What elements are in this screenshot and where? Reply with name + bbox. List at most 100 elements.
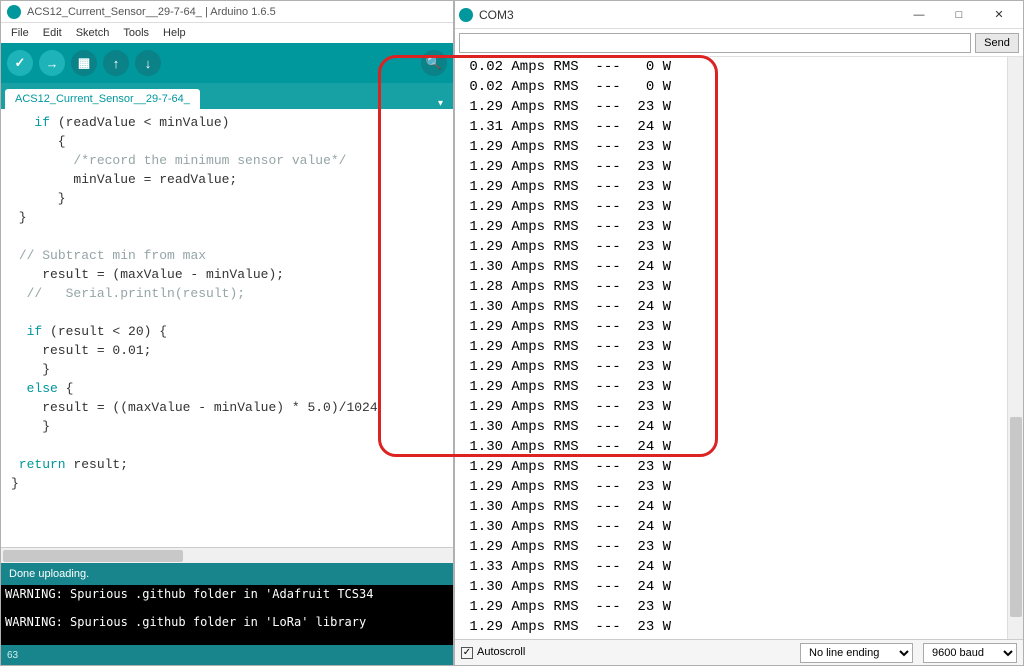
serial-line: 1.28 Amps RMS --- 23 W [461,277,1023,297]
ide-toolbar: ✓ → ▦ ↑ ↓ 🔍 [1,43,453,83]
arrow-right-icon: → [46,56,59,71]
line-ending-select[interactable]: No line ending [800,643,913,663]
code-kw: if [11,324,42,339]
serial-line: 1.29 Amps RMS --- 23 W [461,477,1023,497]
code-text: result = 0.01; [11,343,151,358]
serial-line: 1.29 Amps RMS --- 23 W [461,397,1023,417]
serial-line: 1.29 Amps RMS --- 23 W [461,217,1023,237]
chevron-down-icon: ▾ [438,98,443,109]
ide-tabstrip: ACS12_Current_Sensor__29-7-64_ ▾ [1,83,453,109]
serial-monitor-button[interactable]: 🔍 [421,50,447,76]
code-text: } [11,210,27,225]
send-button[interactable]: Send [975,33,1019,53]
serial-line: 0.02 Amps RMS --- 0 W [461,77,1023,97]
serial-line: 1.29 Amps RMS --- 23 W [461,537,1023,557]
serial-line: 1.29 Amps RMS --- 23 W [461,377,1023,397]
tab-menu-button[interactable]: ▾ [432,98,449,109]
serial-line: 1.29 Amps RMS --- 23 W [461,337,1023,357]
menu-edit[interactable]: Edit [37,25,68,41]
save-button[interactable]: ↓ [135,50,161,76]
close-button[interactable]: ✕ [979,3,1019,27]
maximize-button[interactable]: □ [939,3,979,27]
upload-button[interactable]: → [39,50,65,76]
serial-send-row: Send [455,29,1023,57]
baud-select[interactable]: 9600 baud [923,643,1017,663]
minimize-icon: — [914,9,925,21]
save-icon: ↓ [145,56,152,71]
serial-line: 1.29 Amps RMS --- 23 W [461,177,1023,197]
verify-button[interactable]: ✓ [7,50,33,76]
code-kw: else [11,381,58,396]
code-text: result = (maxValue - minValue); [11,267,284,282]
code-text: } [11,476,19,491]
serial-output[interactable]: 0.02 Amps RMS --- 0 W 0.02 Amps RMS --- … [455,57,1023,639]
close-icon: ✕ [994,8,1003,21]
code-text: result; [66,457,128,472]
status-text: Done uploading. [9,568,89,580]
horizontal-scrollbar[interactable] [1,547,453,563]
maximize-icon: □ [956,9,963,21]
serial-title: COM3 [479,8,514,22]
arduino-ide-window: ACS12_Current_Sensor__29-7-64_ | Arduino… [0,0,454,666]
ide-console[interactable]: WARNING: Spurious .github folder in 'Ada… [1,585,453,645]
serial-line: 1.30 Amps RMS --- 24 W [461,257,1023,277]
serial-line: 1.29 Amps RMS --- 23 W [461,97,1023,117]
serial-line: 1.29 Amps RMS --- 23 W [461,457,1023,477]
serial-footer: ✓ Autoscroll No line ending 9600 baud [455,639,1023,665]
menu-sketch[interactable]: Sketch [70,25,116,41]
code-comment: // Subtract min from max [19,248,206,263]
code-kw: return [11,457,66,472]
serial-line: 0.02 Amps RMS --- 0 W [461,57,1023,77]
checkbox-icon: ✓ [461,647,473,659]
code-editor[interactable]: if (readValue < minValue) { /*record the… [1,109,453,547]
console-line: WARNING: Spurious .github folder in 'LoR… [5,615,366,629]
serial-line: 1.29 Amps RMS --- 23 W [461,317,1023,337]
code-text: (result < 20) { [42,324,167,339]
open-icon: ↑ [113,56,120,71]
serial-input[interactable] [459,33,971,53]
serial-line: 1.29 Amps RMS --- 23 W [461,137,1023,157]
serial-line: 1.31 Amps RMS --- 24 W [461,117,1023,137]
line-number: 63 [7,650,18,661]
menu-help[interactable]: Help [157,25,192,41]
autoscroll-checkbox[interactable]: ✓ Autoscroll [461,646,525,659]
serial-line: 1.30 Amps RMS --- 24 W [461,497,1023,517]
ide-menubar: File Edit Sketch Tools Help [1,23,453,43]
code-text [11,248,19,263]
arduino-logo-icon [7,5,21,19]
scrollbar-thumb[interactable] [3,550,183,562]
serial-line: 1.30 Amps RMS --- 24 W [461,577,1023,597]
serial-line: 1.30 Amps RMS --- 24 W [461,437,1023,457]
monitor-icon: 🔍 [426,55,442,71]
new-button[interactable]: ▦ [71,50,97,76]
serial-line: 1.30 Amps RMS --- 24 W [461,297,1023,317]
code-text: { [58,381,74,396]
code-text [11,286,27,301]
code-text: } [11,419,50,434]
new-icon: ▦ [78,55,90,71]
serial-line: 1.29 Amps RMS --- 23 W [461,597,1023,617]
code-text [11,153,73,168]
code-text: } [11,362,50,377]
serial-line: 1.29 Amps RMS --- 23 W [461,197,1023,217]
code-comment: /*record the minimum sensor value*/ [73,153,346,168]
ide-titlebar[interactable]: ACS12_Current_Sensor__29-7-64_ | Arduino… [1,1,453,23]
serial-line: 1.30 Amps RMS --- 24 W [461,417,1023,437]
vertical-scrollbar[interactable] [1007,57,1023,639]
code-comment: // Serial.println(result); [27,286,245,301]
code-text: { [11,134,66,149]
serial-line: 1.29 Amps RMS --- 23 W [461,617,1023,637]
serial-titlebar[interactable]: COM3 — □ ✕ [455,1,1023,29]
menu-tools[interactable]: Tools [117,25,155,41]
serial-monitor-window: COM3 — □ ✕ Send 0.02 Amps RMS --- 0 W 0.… [454,0,1024,666]
code-text: result = ((maxValue - minValue) * 5.0)/1… [11,400,378,415]
serial-line: 1.29 Amps RMS --- 23 W [461,237,1023,257]
scrollbar-thumb[interactable] [1010,417,1022,617]
sketch-tab[interactable]: ACS12_Current_Sensor__29-7-64_ [5,89,200,109]
serial-line: 1.29 Amps RMS --- 23 W [461,157,1023,177]
serial-line: 1.33 Amps RMS --- 24 W [461,557,1023,577]
menu-file[interactable]: File [5,25,35,41]
minimize-button[interactable]: — [899,3,939,27]
autoscroll-label: Autoscroll [477,646,525,658]
open-button[interactable]: ↑ [103,50,129,76]
